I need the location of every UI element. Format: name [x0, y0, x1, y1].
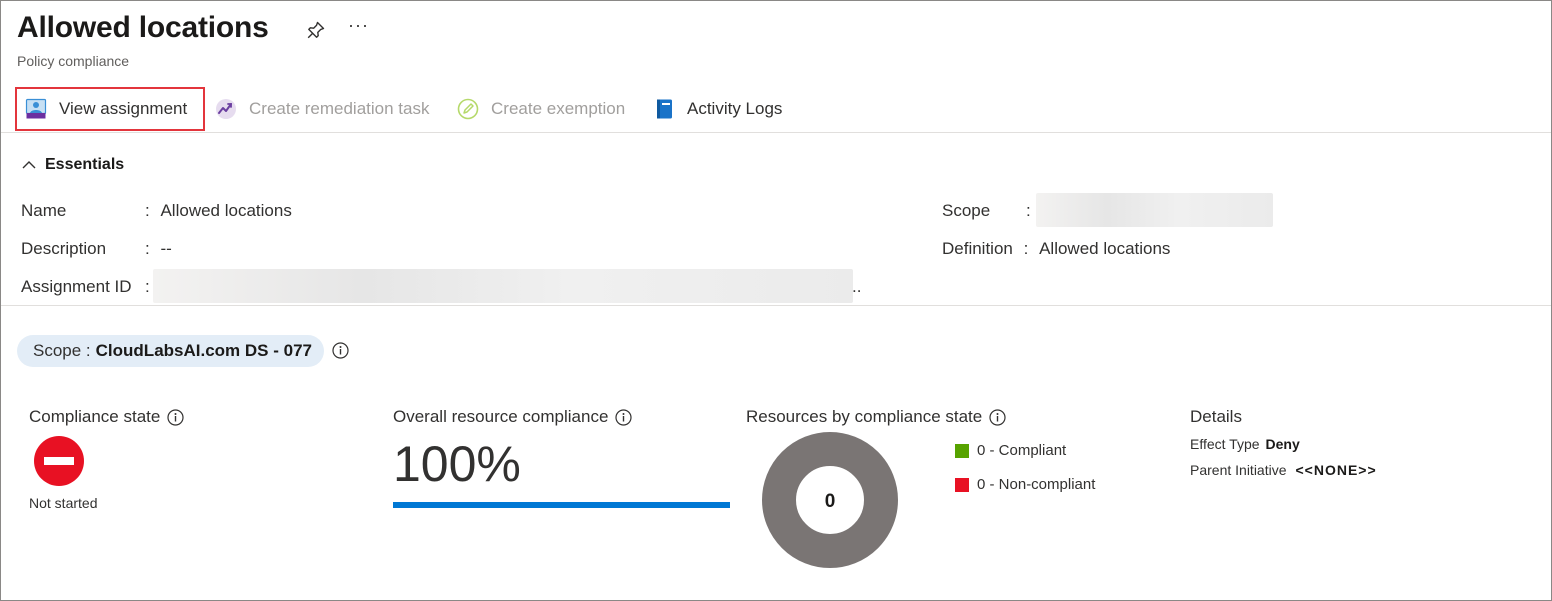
exemption-pencil-icon [457, 98, 479, 120]
legend-swatch-non-compliant [955, 477, 969, 492]
compliance-donut-chart: 0 [762, 432, 898, 568]
pin-icon[interactable] [305, 19, 327, 41]
compliance-state-heading-row: Compliance state [29, 407, 184, 427]
effect-type-row: Effect Type Deny [1190, 436, 1300, 452]
overall-compliance-heading-row: Overall resource compliance [393, 407, 633, 427]
view-assignment-label: View assignment [59, 99, 188, 118]
view-assignment-icon [25, 98, 47, 119]
scope-label: Scope [942, 201, 991, 220]
name-row: Name [21, 201, 66, 221]
parent-initiative-label: Parent Initiative [1190, 462, 1287, 478]
info-icon[interactable] [167, 408, 184, 426]
definition-row: Definition : Allowed locations [942, 239, 1170, 259]
donut-center-value: 0 [825, 491, 836, 512]
essentials-heading: Essentials [45, 156, 125, 173]
create-remediation-task-label: Create remediation task [249, 99, 430, 118]
assignment-id-label: Assignment ID [21, 277, 132, 296]
legend-compliant: 0 - Compliant [955, 442, 1066, 459]
assignment-id-ellipsis: .. [852, 277, 862, 296]
more-options-button[interactable]: ··· [348, 15, 369, 36]
assignment-id-colon: : [145, 277, 150, 297]
info-icon[interactable] [989, 408, 1006, 426]
colon: : [1023, 239, 1029, 258]
create-exemption-button[interactable]: Create exemption [457, 89, 625, 129]
assignment-id-row: Assignment ID [21, 277, 132, 297]
overall-compliance-percent: 100% [393, 436, 521, 492]
details-heading: Details [1190, 407, 1242, 426]
chevron-up-icon [22, 161, 36, 169]
assignment-id-redacted [153, 269, 853, 303]
description-value-row: : -- [145, 239, 172, 259]
overall-compliance-bar-fill [393, 502, 730, 508]
toolbar-divider [1, 132, 1551, 133]
view-assignment-button[interactable]: View assignment [15, 87, 205, 131]
activity-logs-label: Activity Logs [687, 99, 783, 118]
create-exemption-label: Create exemption [491, 99, 626, 118]
scope-row: Scope [942, 201, 990, 221]
activity-logs-button[interactable]: Activity Logs [653, 89, 782, 129]
description-label: Description [21, 239, 107, 258]
parent-initiative-value: <<NONE>> [1295, 462, 1377, 478]
scope-filter-label: Scope : [33, 341, 91, 360]
legend-non-compliant: 0 - Non-compliant [955, 476, 1095, 493]
policy-compliance-blade: Allowed locations ··· Policy compliance … [0, 0, 1552, 601]
definition-label: Definition [942, 239, 1013, 258]
description-row: Description [21, 239, 106, 259]
create-remediation-task-button[interactable]: Create remediation task [215, 89, 429, 129]
compliance-state-heading: Compliance state [29, 407, 161, 426]
by-state-heading: Resources by compliance state [746, 407, 983, 426]
definition-value: Allowed locations [1039, 239, 1171, 258]
compliance-state-status: Not started [29, 495, 98, 511]
colon: : [145, 239, 150, 258]
info-icon[interactable] [332, 342, 349, 359]
scope-filter-value: CloudLabsAI.com DS - 077 [95, 341, 312, 360]
description-value: -- [160, 239, 172, 258]
blocked-status-icon [34, 436, 84, 486]
name-value-row: : Allowed locations [145, 201, 292, 221]
effect-type-value: Deny [1265, 436, 1300, 452]
parent-initiative-row: Parent Initiative <<NONE>> [1190, 462, 1377, 478]
essentials-divider [1, 305, 1551, 306]
scope-value-redacted [1036, 193, 1273, 227]
page-title: Allowed locations [17, 11, 269, 44]
colon: : [145, 201, 150, 220]
legend-swatch-compliant [955, 443, 969, 458]
essentials-toggle[interactable]: Essentials [21, 156, 124, 174]
remediation-chart-icon [216, 99, 236, 119]
overall-compliance-bar [393, 502, 730, 508]
info-icon[interactable] [615, 408, 633, 426]
colon: : [145, 277, 150, 296]
activity-log-book-icon [657, 99, 672, 119]
by-state-heading-row: Resources by compliance state [746, 407, 1006, 427]
scope-filter-pill[interactable]: Scope : CloudLabsAI.com DS - 077 [17, 335, 324, 367]
name-value: Allowed locations [160, 201, 292, 220]
overall-compliance-heading: Overall resource compliance [393, 407, 609, 426]
colon: : [1026, 201, 1031, 220]
scope-colon: : [1026, 201, 1031, 221]
legend-compliant-label: 0 - Compliant [977, 442, 1067, 459]
page-subtitle: Policy compliance [17, 53, 130, 69]
legend-non-compliant-label: 0 - Non-compliant [977, 476, 1096, 493]
name-label: Name [21, 201, 67, 220]
effect-type-label: Effect Type [1190, 436, 1260, 452]
